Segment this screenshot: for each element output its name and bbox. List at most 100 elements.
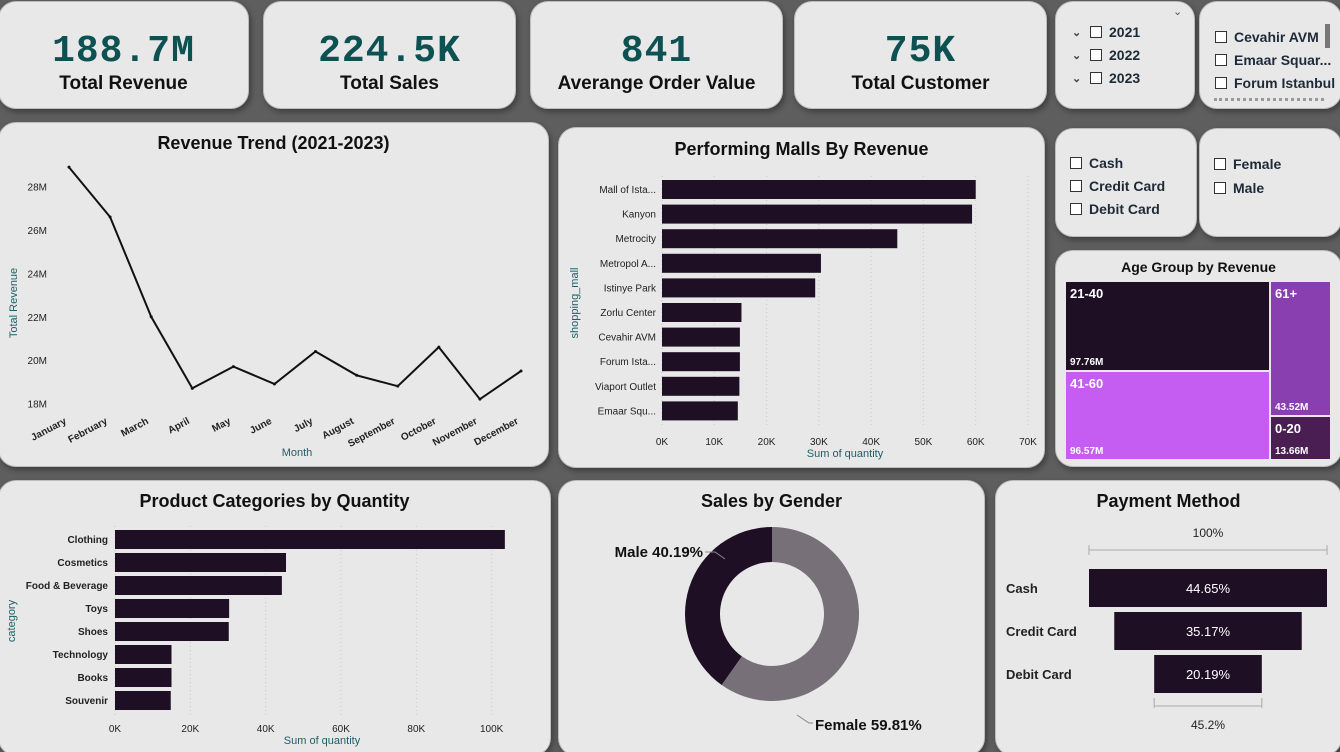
gender-option[interactable]: Male <box>1214 180 1264 196</box>
y-tick-label: Souvenir <box>65 696 108 707</box>
kpi-value: 841 <box>620 30 693 73</box>
x-tick-label: 0K <box>109 724 122 735</box>
x-tick-label: 60K <box>967 437 985 448</box>
y-tick-label: Forum Ista... <box>600 357 656 368</box>
gender-card: Sales by Gender Male 40.19% Female 59.81% <box>558 480 985 752</box>
bar <box>662 253 821 273</box>
x-tick-label: June <box>248 416 274 437</box>
chevron-down-icon[interactable]: ⌄ <box>1173 5 1182 18</box>
data-point <box>355 373 359 377</box>
y-tick-label: 18M <box>28 399 47 410</box>
kpi-label: Total Customer <box>851 73 990 94</box>
checkbox[interactable] <box>1070 203 1082 215</box>
year-option[interactable]: ⌄ 2023 <box>1072 70 1140 86</box>
categories-chart: 0K 20K 40K 60K 80K 100K Clothing Cosmetics Food … <box>6 526 505 747</box>
bar <box>115 668 172 687</box>
kpi-label: Averange Order Value <box>557 73 756 94</box>
treemap-cell-41-60[interactable]: 41-60 96.57M <box>1066 372 1269 459</box>
y-tick-label: Viaport Outlet <box>595 382 656 393</box>
x-tick-label: 20K <box>181 724 199 735</box>
data-point <box>149 315 153 319</box>
x-tick-label: 70K <box>1019 437 1037 448</box>
kpi-value: 188.7M <box>52 30 195 73</box>
gender-donut-chart: Male 40.19% Female 59.81% <box>615 527 922 734</box>
x-tick-label: March <box>119 416 150 440</box>
data-point <box>478 397 482 401</box>
x-tick-label: April <box>166 416 191 437</box>
treemap-cell-61-plus[interactable]: 61+ 43.52M <box>1271 282 1330 415</box>
data-point <box>519 369 523 373</box>
data-point <box>108 215 112 219</box>
kpi-card-revenue: 188.7M Total Revenue <box>0 1 249 109</box>
checkbox[interactable] <box>1070 180 1082 192</box>
payment-slicer: Cash Credit Card Debit Card <box>1055 128 1197 237</box>
x-tick-label: February <box>67 416 110 446</box>
x-axis-label: Month <box>282 447 313 459</box>
bar <box>115 530 505 549</box>
x-tick-label: 30K <box>810 437 828 448</box>
bar <box>115 645 172 664</box>
checkbox[interactable] <box>1090 49 1102 61</box>
kpi-card-customer: 75K Total Customer <box>794 1 1047 109</box>
data-point <box>396 384 400 388</box>
age-group-card: Age Group by Revenue 21-40 97.76M 41-60 96… <box>1055 250 1340 467</box>
x-tick-label: 60K <box>332 724 350 735</box>
x-tick-label: 40K <box>862 437 880 448</box>
year-option[interactable]: ⌄ 2021 <box>1072 24 1140 40</box>
checkbox[interactable] <box>1215 77 1227 89</box>
checkbox[interactable] <box>1070 157 1082 169</box>
y-tick-label: Metropol A... <box>600 259 656 270</box>
expand-icon[interactable]: ⌄ <box>1072 26 1090 39</box>
y-tick-label: Clothing <box>67 535 108 546</box>
payment-option[interactable]: Debit Card <box>1070 201 1160 217</box>
y-axis-label: shopping_mall <box>569 268 581 339</box>
checkbox[interactable] <box>1090 72 1102 84</box>
kpi-value: 224.5K <box>318 30 461 73</box>
checkbox[interactable] <box>1090 26 1102 38</box>
x-tick-label: January <box>29 416 68 444</box>
checkbox[interactable] <box>1214 182 1226 194</box>
malls-chart: 0K 10K 20K 30K 40K 50K 60K 70K Mall of Ista... Ka… <box>569 176 1037 460</box>
checkbox[interactable] <box>1215 31 1227 43</box>
mall-option[interactable]: Emaar Squar... <box>1215 52 1331 68</box>
y-tick-label: 26M <box>28 226 47 237</box>
y-tick-label: Zorlu Center <box>600 308 656 319</box>
y-tick-label: Books <box>77 673 108 684</box>
y-axis-label: category <box>6 599 18 642</box>
payment-option[interactable]: Credit Card <box>1070 178 1165 194</box>
bar <box>662 303 742 322</box>
bar <box>662 376 740 396</box>
checkbox[interactable] <box>1214 158 1226 170</box>
payment-option[interactable]: Cash <box>1070 155 1123 171</box>
x-tick-label: 100K <box>480 724 504 735</box>
y-tick-label: 28M <box>28 183 47 194</box>
y-tick-label: Mall of Ista... <box>599 185 656 196</box>
treemap-cell-0-20[interactable]: 0-20 13.66M <box>1271 417 1330 459</box>
checkbox[interactable] <box>1215 54 1227 66</box>
x-tick-label: September <box>346 416 397 450</box>
y-axis-label: Total Revenue <box>8 268 20 338</box>
scrollbar[interactable] <box>1325 24 1330 48</box>
y-tick-label: 22M <box>28 313 47 324</box>
y-tick-label: Cevahir AVM <box>598 333 656 344</box>
y-tick-label: Metrocity <box>615 234 656 245</box>
kpi-label: Total Sales <box>340 73 439 94</box>
mall-option[interactable]: Forum Istanbul <box>1215 75 1335 91</box>
bar <box>662 401 738 421</box>
data-label: 35.17% <box>1186 624 1231 639</box>
gender-option[interactable]: Female <box>1214 156 1281 172</box>
x-axis-label: Sum of quantity <box>284 735 361 747</box>
bar <box>662 229 898 249</box>
x-tick-label: November <box>431 416 479 449</box>
y-tick-label: Kanyon <box>622 210 656 221</box>
year-option[interactable]: ⌄ 2022 <box>1072 47 1140 63</box>
leader-line <box>796 714 813 724</box>
treemap-cell-21-40[interactable]: 21-40 97.76M <box>1066 282 1269 370</box>
expand-icon[interactable]: ⌄ <box>1072 72 1090 85</box>
kpi-card-aov: 841 Averange Order Value <box>530 1 783 109</box>
mall-option[interactable]: Cevahir AVM <box>1215 29 1319 45</box>
expand-icon[interactable]: ⌄ <box>1072 49 1090 62</box>
y-tick-label: Istinye Park <box>604 283 657 294</box>
y-tick-label: Cosmetics <box>57 558 108 569</box>
kpi-value: 75K <box>884 30 957 73</box>
